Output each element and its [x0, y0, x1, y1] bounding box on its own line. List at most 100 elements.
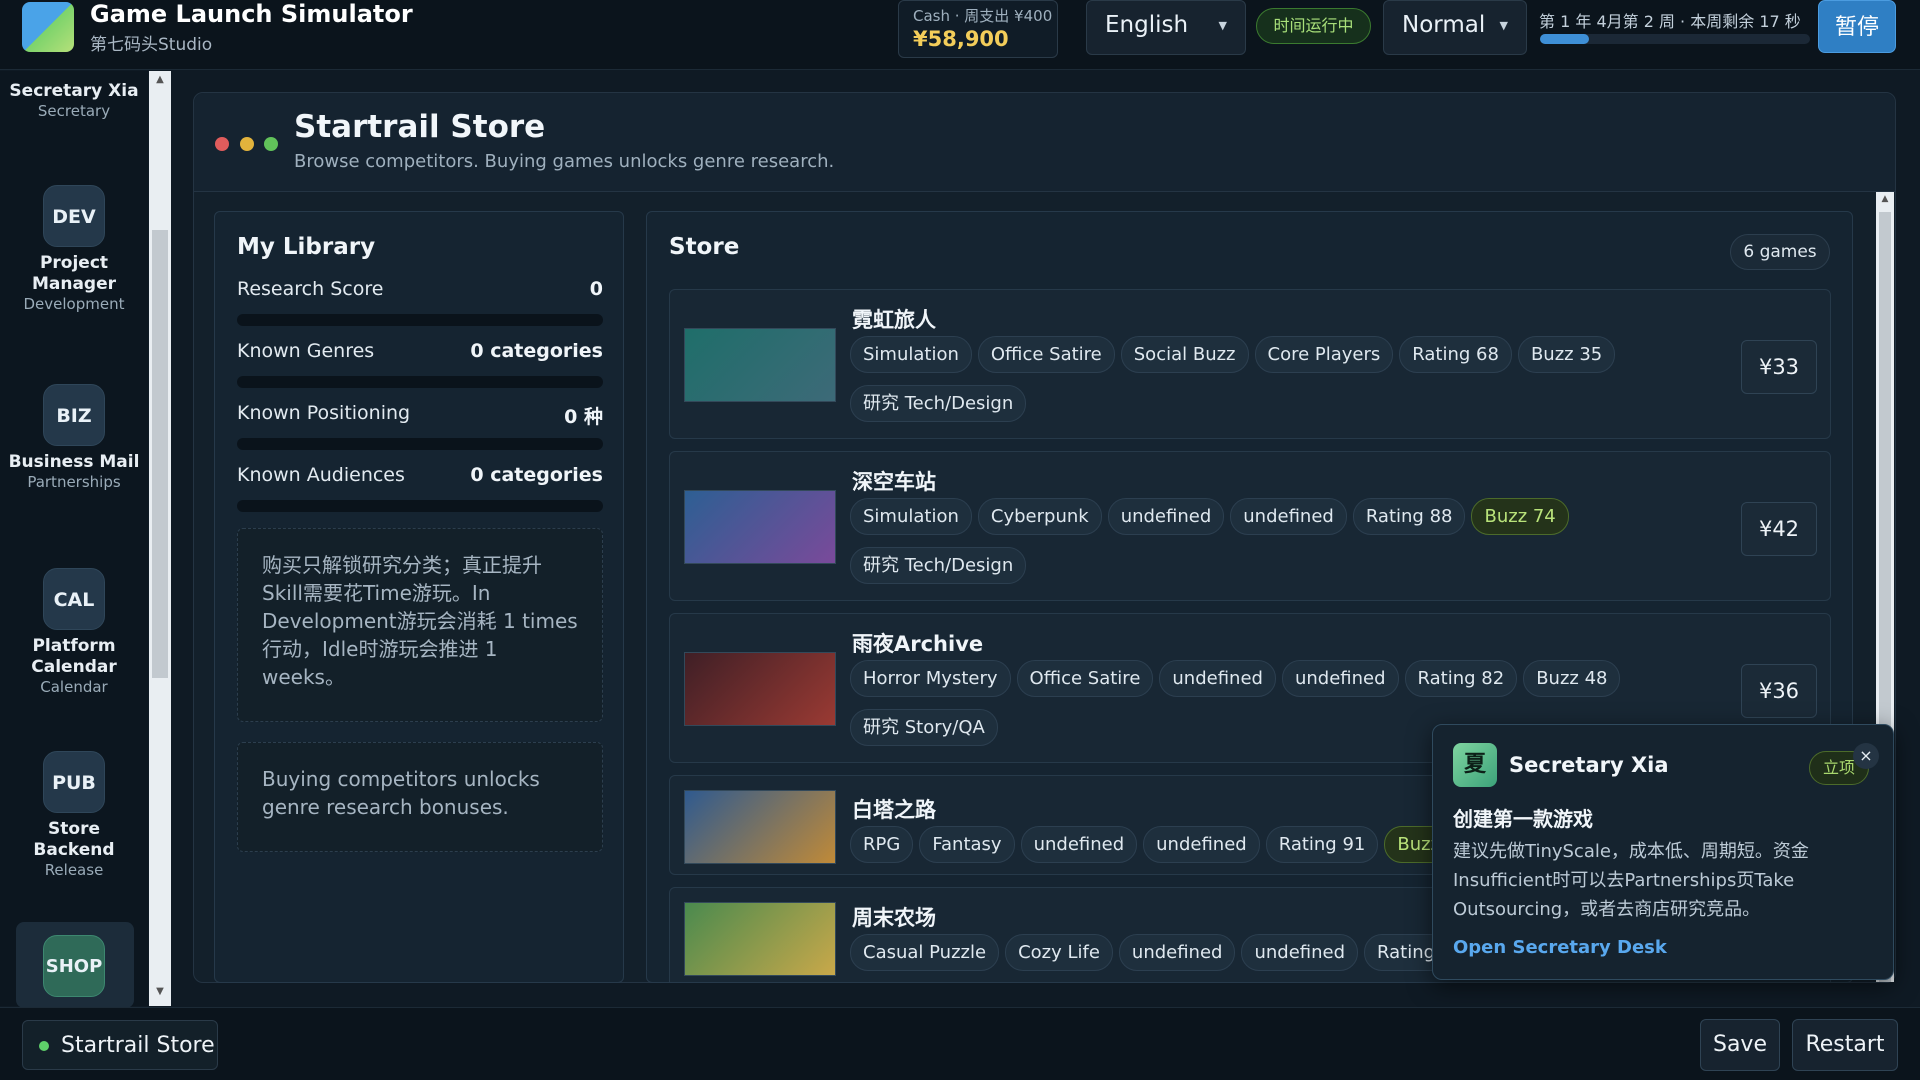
- language-value: English: [1105, 12, 1189, 38]
- cash-display: Cash · 周支出 ¥400 ¥58,900: [898, 0, 1058, 58]
- page-subtitle: Browse competitors. Buying games unlocks…: [294, 151, 835, 172]
- game-thumbnail: [684, 328, 836, 402]
- window-minimize-dot-icon[interactable]: [240, 137, 254, 151]
- sidebar-item-store-backend[interactable]: PUB Store Backend Release: [8, 751, 140, 879]
- audience-tag: undefined: [1143, 826, 1260, 863]
- stat-label: Known Positioning: [237, 402, 411, 424]
- speed-value: Normal: [1402, 12, 1486, 38]
- sidebar-item-role: Partnerships: [27, 473, 121, 491]
- game-name: 周末农场: [852, 906, 936, 930]
- library-title: My Library: [237, 234, 376, 260]
- genre-tag: RPG: [850, 826, 914, 863]
- buzz-tag: Buzz 35: [1517, 336, 1616, 373]
- game-name: 雨夜Archive: [852, 632, 984, 656]
- buy-price-button[interactable]: ¥36: [1741, 664, 1817, 718]
- shop-icon: SHOP: [43, 935, 105, 997]
- page-title: Startrail Store: [294, 109, 546, 145]
- positioning-tag: undefined: [1107, 498, 1225, 535]
- positioning-tag: undefined: [1159, 660, 1276, 697]
- genre-tag: Simulation: [850, 336, 972, 373]
- theme-tag: Cyberpunk: [977, 498, 1102, 535]
- popup-message: 建议先做TinyScale，成本低、周期短。资金Insufficient时可以去…: [1453, 841, 1809, 920]
- buy-price-button[interactable]: ¥42: [1741, 502, 1817, 556]
- scroll-up-icon[interactable]: ▲: [149, 74, 171, 90]
- sidebar-item-platform-calendar[interactable]: CAL Platform Calendar Calendar: [8, 568, 140, 696]
- stat-value: 0: [589, 278, 603, 300]
- positioning-tag: undefined: [1020, 826, 1138, 863]
- language-select[interactable]: English ▼: [1086, 0, 1246, 55]
- sidebar-item-role: Release: [44, 861, 104, 879]
- dev-icon: DEV: [43, 185, 105, 247]
- sidebar-item-project-manager[interactable]: DEV Project Manager Development: [8, 185, 140, 313]
- open-secretary-desk-link[interactable]: Open Secretary Desk: [1453, 937, 1667, 958]
- week-progress-bar: [1540, 34, 1810, 44]
- cal-icon: CAL: [43, 568, 105, 630]
- positioning-tag: Social Buzz: [1120, 336, 1249, 373]
- theme-tag: Cozy Life: [1005, 934, 1113, 971]
- game-thumbnail: [684, 790, 836, 864]
- sidebar-item-role: Calendar: [40, 678, 108, 696]
- sidebar-item-secretary[interactable]: Secretary Xia Secretary: [8, 75, 140, 120]
- week-progress-fill: [1540, 34, 1589, 44]
- stat-label: Known Genres: [237, 340, 375, 362]
- restart-button[interactable]: Restart: [1792, 1019, 1898, 1071]
- theme-tag: Fantasy: [919, 826, 1015, 863]
- window-maximize-dot-icon[interactable]: [264, 137, 278, 151]
- biz-icon: BIZ: [43, 384, 105, 446]
- buy-price-button[interactable]: ¥33: [1741, 340, 1817, 394]
- current-location-label: Startrail Store: [61, 1033, 215, 1058]
- game-card: 深空车站 Simulation Cyberpunk undefined undefin…: [669, 451, 1831, 601]
- cash-label: Cash · 周支出 ¥400: [913, 7, 1053, 25]
- sidebar-item-shop[interactable]: SHOP: [8, 935, 140, 997]
- app-logo-icon: [22, 2, 74, 52]
- sidebar-item-business-mail[interactable]: BIZ Business Mail Partnerships: [8, 384, 140, 491]
- research-tag: 研究 Story/QA: [850, 709, 998, 746]
- sidebar-item-role: Development: [23, 295, 125, 313]
- game-thumbnail: [684, 652, 836, 726]
- sidebar-item-name: Business Mail: [8, 452, 140, 472]
- scroll-up-icon[interactable]: ▲: [1876, 194, 1894, 204]
- secretary-avatar: 夏: [1453, 743, 1497, 787]
- scroll-down-icon[interactable]: ▼: [149, 986, 171, 1002]
- sidebar-item-name: Secretary Xia: [9, 81, 139, 101]
- research-tag: 研究 Tech/Design: [850, 385, 1027, 422]
- cash-value: ¥58,900: [913, 27, 1009, 51]
- sidebar: Secretary Xia Secretary DEV Project Mana…: [0, 71, 148, 1006]
- app-title: Game Launch Simulator: [90, 0, 413, 28]
- game-name: 深空车站: [852, 470, 936, 494]
- secretary-popup: 夏 Secretary Xia 立项 × 创建第一款游戏 建议先做TinySca…: [1432, 724, 1894, 980]
- chevron-down-icon: ▼: [1218, 19, 1227, 32]
- bottom-bar: Startrail Store Save Restart: [0, 1007, 1920, 1080]
- pub-icon: PUB: [43, 751, 105, 813]
- genre-tag: Simulation: [850, 498, 972, 535]
- game-card: 霓虹旅人 Simulation Office Satire Social Buzz C…: [669, 289, 1831, 439]
- speed-select[interactable]: Normal ▼: [1383, 0, 1527, 55]
- rating-tag: Rating 91: [1265, 826, 1379, 863]
- status-dot-icon: [39, 1041, 49, 1051]
- game-thumbnail: [684, 490, 836, 564]
- studio-name: 第七码头Studio: [90, 35, 213, 55]
- audience-tag: undefined: [1281, 660, 1399, 697]
- my-library-panel: My Library Research Score 0 Known Genres…: [214, 211, 624, 983]
- audience-tag: Core Players: [1254, 336, 1394, 373]
- positioning-tag: undefined: [1118, 934, 1236, 971]
- game-count-badge: 6 games: [1730, 234, 1830, 270]
- stat-progress-bar: [237, 438, 603, 450]
- window-close-dot-icon[interactable]: [215, 137, 229, 151]
- genre-tag: Horror Mystery: [850, 660, 1011, 697]
- window-header: Startrail Store Browse competitors. Buyi…: [194, 93, 1895, 192]
- audience-tag: undefined: [1230, 498, 1347, 535]
- sidebar-item-name: Platform Calendar: [31, 636, 117, 677]
- week-info: 第 1 年 4月第 2 周 · 本周剩余 17 秒: [1539, 12, 1801, 31]
- game-name: 白塔之路: [852, 798, 936, 822]
- close-icon[interactable]: ×: [1853, 743, 1879, 769]
- chevron-down-icon: ▼: [1499, 19, 1508, 32]
- game-thumbnail: [684, 902, 836, 976]
- theme-tag: Office Satire: [977, 336, 1115, 373]
- rating-tag: Rating 88: [1352, 498, 1466, 535]
- audience-tag: undefined: [1241, 934, 1359, 971]
- save-button[interactable]: Save: [1700, 1019, 1780, 1071]
- store-title: Store: [669, 234, 740, 260]
- sidebar-scrollbar-thumb[interactable]: [152, 230, 168, 678]
- pause-button[interactable]: 暂停: [1818, 0, 1896, 53]
